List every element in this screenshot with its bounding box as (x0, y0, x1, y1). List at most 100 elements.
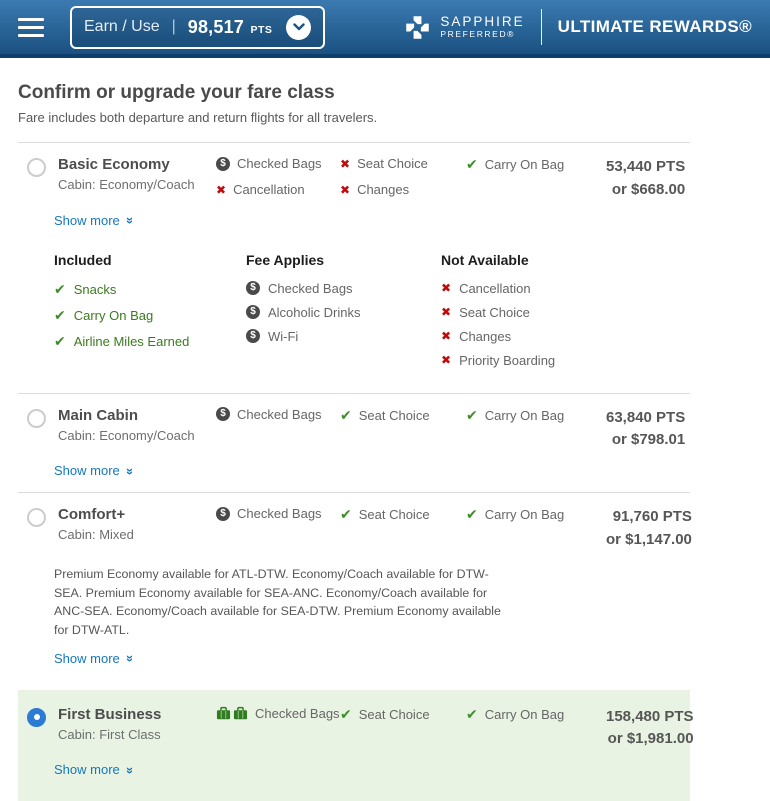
details-column-title: Not Available (441, 252, 555, 268)
header-divider (541, 9, 542, 45)
details-item-label: Seat Choice (459, 305, 530, 320)
fare-features: $Checked Bags✔Seat Choice✔Carry On Bag (216, 407, 606, 424)
card-brand: SAPPHIRE PREFERRED® (440, 14, 524, 39)
fare-price: 158,480 PTSor $1,981.00 (606, 706, 694, 751)
fare-cash: or $798.01 (606, 429, 685, 452)
feature-column: ✔Carry On Bag (466, 407, 606, 424)
details-item: ✔Carry On Bag (54, 307, 246, 324)
fare-summary: Basic EconomyCabin: Economy/Coach$Checke… (27, 156, 681, 201)
points-unit-label: PTS (250, 24, 272, 36)
details-item: ✔Airline Miles Earned (54, 333, 246, 350)
details-item-label: Carry On Bag (74, 308, 153, 323)
feature-column: ✔Carry On Bag (466, 156, 606, 197)
fare-radio[interactable] (27, 508, 46, 527)
details-item-label: Priority Boarding (459, 353, 555, 368)
feature-label: Checked Bags (237, 506, 322, 521)
feature-label: Seat Choice (359, 707, 430, 722)
feature-item: $ Checked Bags (216, 407, 340, 422)
check-icon: ✔ (466, 706, 478, 723)
earn-use-label: Earn / Use (84, 18, 160, 36)
points-dropdown[interactable]: Earn / Use | 98,517 PTS (70, 6, 325, 49)
dollar-fee-icon: $ (216, 407, 230, 421)
fare-cabin: Cabin: Economy/Coach (58, 177, 216, 192)
fare-info: Main CabinCabin: Economy/Coach (58, 407, 216, 443)
divider: | (170, 18, 178, 36)
fare-radio[interactable] (27, 158, 46, 177)
menu-icon[interactable] (18, 18, 44, 37)
feature-item: Checked Bags (216, 706, 340, 721)
double-chevron-down-icon: « (121, 467, 136, 474)
fare-row: Basic Economy Cabin: Economy/Coach $ Checke… (18, 142, 690, 393)
fare-row: First BusinessCabin: First ClassChecked … (18, 690, 690, 801)
fare-price: 53,440 PTSor $668.00 (606, 156, 685, 201)
details-item: ✖Priority Boarding (441, 353, 555, 368)
show-more-label: Show more (54, 651, 120, 666)
details-item: ✖ Seat Choice (441, 305, 555, 320)
brand-name: SAPPHIRE (440, 14, 524, 30)
fare-cash: or $1,147.00 (606, 529, 692, 552)
fare-name: Main Cabin (58, 407, 216, 424)
show-more-link[interactable]: Show more« (54, 212, 132, 228)
fare-radio[interactable] (27, 409, 46, 428)
feature-label: Checked Bags (237, 156, 322, 171)
brand-area: SAPPHIRE PREFERRED® ULTIMATE REWARDS® (404, 9, 752, 45)
details-item: $Alcoholic Drinks (246, 305, 441, 320)
fare-features: $Checked Bags✖Cancellation✖Seat Choice✖C… (216, 156, 606, 197)
feature-label: Checked Bags (237, 407, 322, 422)
page-title: Confirm or upgrade your fare class (18, 82, 690, 104)
feature-item: ✔Carry On Bag (466, 156, 606, 173)
details-item-label: Snacks (74, 282, 117, 297)
feature-label: Checked Bags (255, 706, 340, 721)
details-column: Included✔Snacks✔Carry On Bag✔Airline Mil… (54, 252, 246, 377)
cross-icon: ✖ (340, 183, 350, 197)
brand-tier: PREFERRED® (440, 30, 524, 40)
main-content: Confirm or upgrade your fare class Fare … (18, 58, 690, 801)
feature-column: ✔Seat Choice (340, 506, 466, 523)
check-icon: ✔ (54, 281, 66, 298)
details-column: Fee Applies$Checked Bags$Alcoholic Drink… (246, 252, 441, 377)
page-subtitle: Fare includes both departure and return … (18, 110, 690, 125)
feature-column: ✖Seat Choice✖Changes (340, 156, 466, 197)
details-item-label: Changes (459, 329, 511, 344)
fare-radio[interactable] (27, 708, 46, 727)
feature-item: ✔Seat Choice (340, 506, 466, 523)
dollar-fee-icon: $ (246, 305, 260, 319)
dollar-fee-icon: $ (216, 507, 230, 521)
details-item-label: Cancellation (459, 281, 531, 296)
dollar-fee-icon: $ (246, 329, 260, 343)
cross-icon: ✖ (441, 305, 451, 319)
show-more-link[interactable]: Show more« (54, 762, 132, 778)
feature-item: ✖Seat Choice (340, 156, 466, 171)
cross-icon: ✖ (216, 183, 226, 197)
feature-column: ✔Carry On Bag (466, 506, 606, 523)
check-icon: ✔ (340, 706, 352, 723)
chevron-down-icon[interactable] (286, 15, 311, 40)
program-title: ULTIMATE REWARDS® (558, 17, 752, 37)
show-more-link[interactable]: Show more« (54, 650, 132, 666)
details-item: ✖Cancellation (441, 281, 555, 296)
top-navigation-bar: Earn / Use | 98,517 PTS SAPPHIRE PREFERR… (0, 0, 770, 58)
fare-summary: Main CabinCabin: Economy/Coach$ Checked B… (27, 407, 681, 452)
fare-cabin: Cabin: First Class (58, 727, 216, 742)
details-item: ✔ Snacks (54, 281, 246, 298)
fare-points: 91,760 PTS (606, 506, 692, 529)
fare-row: Comfort+Cabin: Mixed$ Checked Bags ✔Seat C… (18, 492, 690, 680)
show-more-label: Show more (54, 762, 120, 777)
fare-points: 53,440 PTS (606, 156, 685, 179)
fare-price: 91,760 PTSor $1,147.00 (606, 506, 692, 551)
check-icon: ✔ (466, 156, 478, 173)
fare-name: Basic Economy (58, 156, 216, 173)
fare-info: Comfort+Cabin: Mixed (58, 506, 216, 542)
dollar-fee-icon: $ (246, 281, 260, 295)
details-item-label: Airline Miles Earned (74, 334, 190, 349)
feature-column: ✔Carry On Bag (466, 706, 606, 723)
fare-details: Included✔Snacks✔Carry On Bag✔Airline Mil… (54, 252, 681, 377)
feature-column: $Checked Bags✖Cancellation (216, 156, 340, 197)
feature-column: Checked Bags (216, 706, 340, 723)
fare-name: Comfort+ (58, 506, 216, 523)
show-more-link[interactable]: Show more« (54, 463, 132, 479)
details-item-label: Wi-Fi (268, 329, 298, 344)
check-icon: ✔ (340, 407, 352, 424)
feature-item: ✔Carry On Bag (466, 407, 606, 424)
fare-points: 158,480 PTS (606, 706, 694, 729)
